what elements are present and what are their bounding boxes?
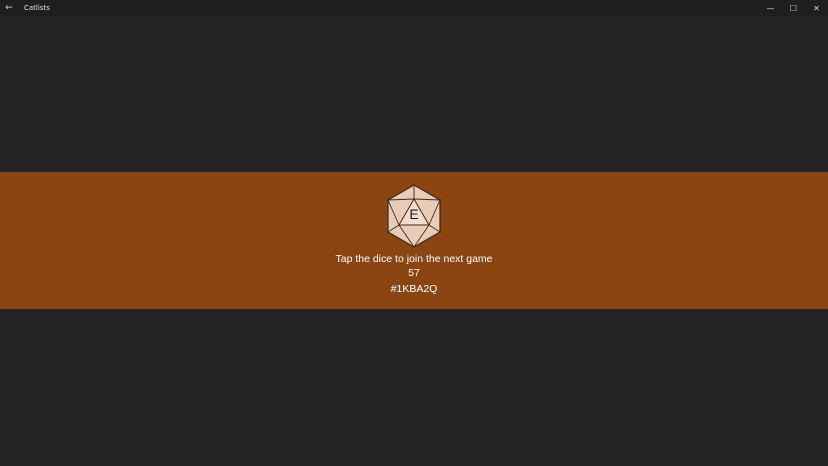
- app-title: Catlists: [24, 4, 50, 12]
- title-bar: ← Catlists — ☐ ✕: [0, 0, 828, 16]
- join-instruction-text: Tap the dice to join the next game: [335, 253, 493, 265]
- player-count: 57: [408, 267, 420, 279]
- close-button[interactable]: ✕: [805, 0, 828, 16]
- app-window: ← Catlists — ☐ ✕ E Tap the dice to join …: [0, 0, 828, 466]
- maximize-icon: ☐: [789, 3, 798, 13]
- close-icon: ✕: [813, 3, 820, 13]
- minimize-icon: —: [766, 3, 775, 13]
- game-code: #1KBA2Q: [390, 283, 438, 295]
- back-button[interactable]: ←: [0, 0, 18, 16]
- minimize-button[interactable]: —: [759, 0, 782, 16]
- d20-icon: [387, 184, 441, 248]
- back-arrow-icon: ←: [5, 3, 13, 13]
- caption-buttons: — ☐ ✕: [759, 0, 828, 16]
- maximize-button[interactable]: ☐: [782, 0, 805, 16]
- d20-dice-button[interactable]: [385, 184, 443, 248]
